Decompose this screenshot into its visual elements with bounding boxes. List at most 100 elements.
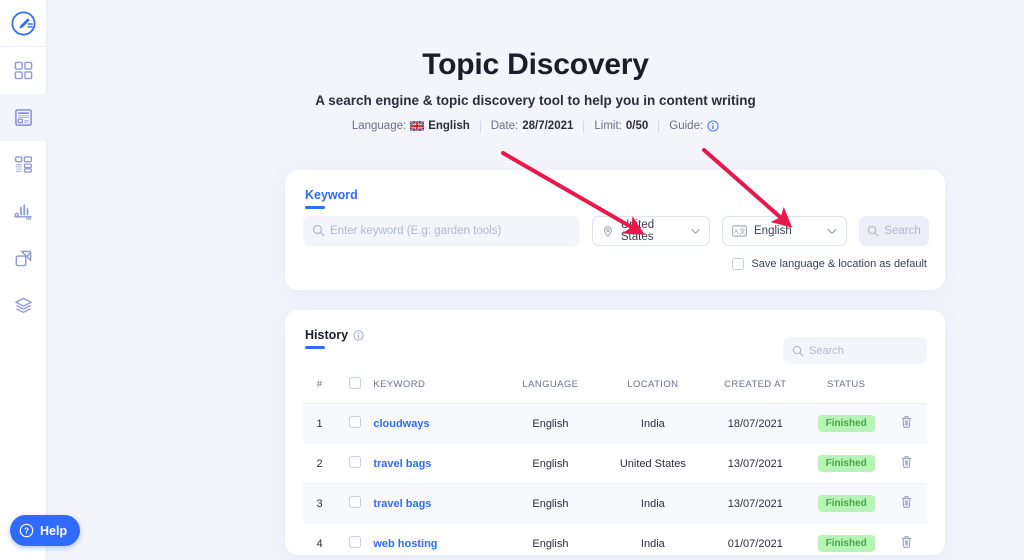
keyword-search-row: United States A 文 English [303, 216, 929, 246]
row-keyword-cell: cloudways [373, 404, 499, 444]
history-card: History # [285, 310, 945, 555]
row-number: 2 [303, 444, 336, 484]
app-root: ? Help Topic Discovery A search engine &… [0, 0, 1024, 560]
row-actions-cell [886, 404, 927, 444]
search-icon [867, 225, 879, 237]
svg-text:文: 文 [739, 227, 746, 236]
sidebar-item-projects[interactable] [0, 235, 47, 282]
row-status-cell: Finished [807, 524, 886, 560]
translate-icon: A 文 [732, 225, 747, 237]
bar-chart-icon [14, 202, 33, 221]
row-select-cell [336, 484, 373, 524]
row-language: English [499, 484, 602, 524]
page-subtitle: A search engine & topic discovery tool t… [47, 93, 1024, 108]
keyword-input[interactable] [303, 216, 580, 246]
status-badge: Finished [818, 415, 875, 432]
row-created-at: 13/07/2021 [704, 484, 807, 524]
column-header-location: LOCATION [602, 368, 704, 404]
row-language: English [499, 404, 602, 444]
sidebar-item-analytics[interactable] [0, 188, 47, 235]
location-select[interactable]: United States [592, 216, 710, 246]
save-default-label: Save language & location as default [751, 258, 927, 270]
history-search-input[interactable] [783, 337, 927, 364]
keyword-link[interactable]: travel bags [373, 458, 431, 470]
row-location: India [602, 404, 704, 444]
meta-language: Language: English [342, 120, 480, 132]
keyword-section-label: Keyword [305, 188, 358, 202]
sidebar-item-layers[interactable] [0, 282, 47, 329]
history-section-underline [305, 346, 325, 349]
trash-icon[interactable] [900, 460, 913, 472]
pen-circle-logo-icon [10, 10, 37, 37]
language-select-value: English [754, 225, 792, 237]
language-select[interactable]: A 文 English [722, 216, 847, 246]
history-table-body: 1cloudwaysEnglishIndia18/07/2021Finished… [303, 404, 927, 560]
sidebar [0, 0, 47, 560]
search-button[interactable]: Search [859, 216, 929, 246]
trash-icon[interactable] [900, 540, 913, 552]
keyword-section-underline [305, 206, 325, 209]
table-row[interactable]: 2travel bagsEnglishUnited States13/07/20… [303, 444, 927, 484]
table-row[interactable]: 3travel bagsEnglishIndia13/07/2021Finish… [303, 484, 927, 524]
keyword-link[interactable]: web hosting [373, 538, 437, 550]
history-table: # KEYWORD LANGUAGE LOCATION CREATED AT S… [303, 368, 927, 560]
info-circle-icon[interactable] [707, 120, 719, 132]
keyword-link[interactable]: cloudways [373, 418, 429, 430]
save-default-checkbox[interactable] [732, 258, 744, 270]
uk-flag-icon [410, 121, 424, 131]
grid-squares-icon [14, 61, 33, 80]
sidebar-item-topic-discovery[interactable] [0, 94, 47, 141]
meta-limit: Limit: 0/50 [584, 120, 658, 132]
row-checkbox[interactable] [349, 496, 361, 508]
info-circle-icon[interactable] [353, 330, 364, 341]
trash-icon[interactable] [900, 420, 913, 432]
table-header-row: # KEYWORD LANGUAGE LOCATION CREATED AT S… [303, 368, 927, 404]
column-header-language: LANGUAGE [499, 368, 602, 404]
app-logo[interactable] [0, 0, 47, 47]
keyword-search-card: Keyword United States [285, 170, 945, 290]
help-button[interactable]: ? Help [10, 515, 80, 546]
row-keyword-cell: web hosting [373, 524, 499, 560]
row-status-cell: Finished [807, 404, 886, 444]
content-blocks-icon [14, 155, 33, 174]
column-header-select-all [336, 368, 373, 404]
table-row[interactable]: 1 cloudways EnglishIndia18/07/2021 Finished [303, 404, 927, 444]
row-location: India [602, 484, 704, 524]
keyword-input-wrap [303, 216, 580, 246]
location-pin-icon [602, 225, 614, 238]
row-created-at: 18/07/2021 [704, 404, 807, 444]
meta-date-label: Date: [491, 120, 519, 132]
save-default-checkbox-row[interactable]: Save language & location as default [732, 258, 927, 270]
row-checkbox[interactable] [349, 416, 361, 428]
column-header-num: # [303, 368, 336, 404]
sidebar-item-content[interactable] [0, 141, 47, 188]
meta-guide-label: Guide: [669, 120, 703, 132]
table-row[interactable]: 4web hostingEnglishIndia01/07/2021Finish… [303, 524, 927, 560]
sidebar-item-dashboard[interactable] [0, 47, 47, 94]
row-location: United States [602, 444, 704, 484]
question-circle-icon: ? [19, 523, 34, 538]
row-checkbox[interactable] [349, 536, 361, 548]
row-checkbox[interactable] [349, 456, 361, 468]
trash-icon[interactable] [900, 500, 913, 512]
column-header-status: STATUS [807, 368, 886, 404]
status-badge: Finished [818, 495, 875, 512]
row-location: India [602, 524, 704, 560]
select-all-checkbox[interactable] [349, 377, 361, 389]
row-number: 4 [303, 524, 336, 560]
article-layout-icon [14, 108, 33, 127]
row-language: English [499, 524, 602, 560]
meta-guide[interactable]: Guide: [659, 120, 729, 132]
status-badge: Finished [818, 535, 875, 552]
row-select-cell [336, 524, 373, 560]
copy-squares-icon [14, 249, 33, 268]
search-icon [792, 344, 804, 362]
history-section-label: History [305, 328, 348, 342]
meta-limit-value: 0/50 [626, 120, 648, 132]
svg-text:A: A [734, 228, 739, 235]
meta-language-label: Language: [352, 120, 406, 132]
keyword-link[interactable]: travel bags [373, 498, 431, 510]
row-status-cell: Finished [807, 484, 886, 524]
row-language: English [499, 444, 602, 484]
row-number: 1 [303, 404, 336, 444]
